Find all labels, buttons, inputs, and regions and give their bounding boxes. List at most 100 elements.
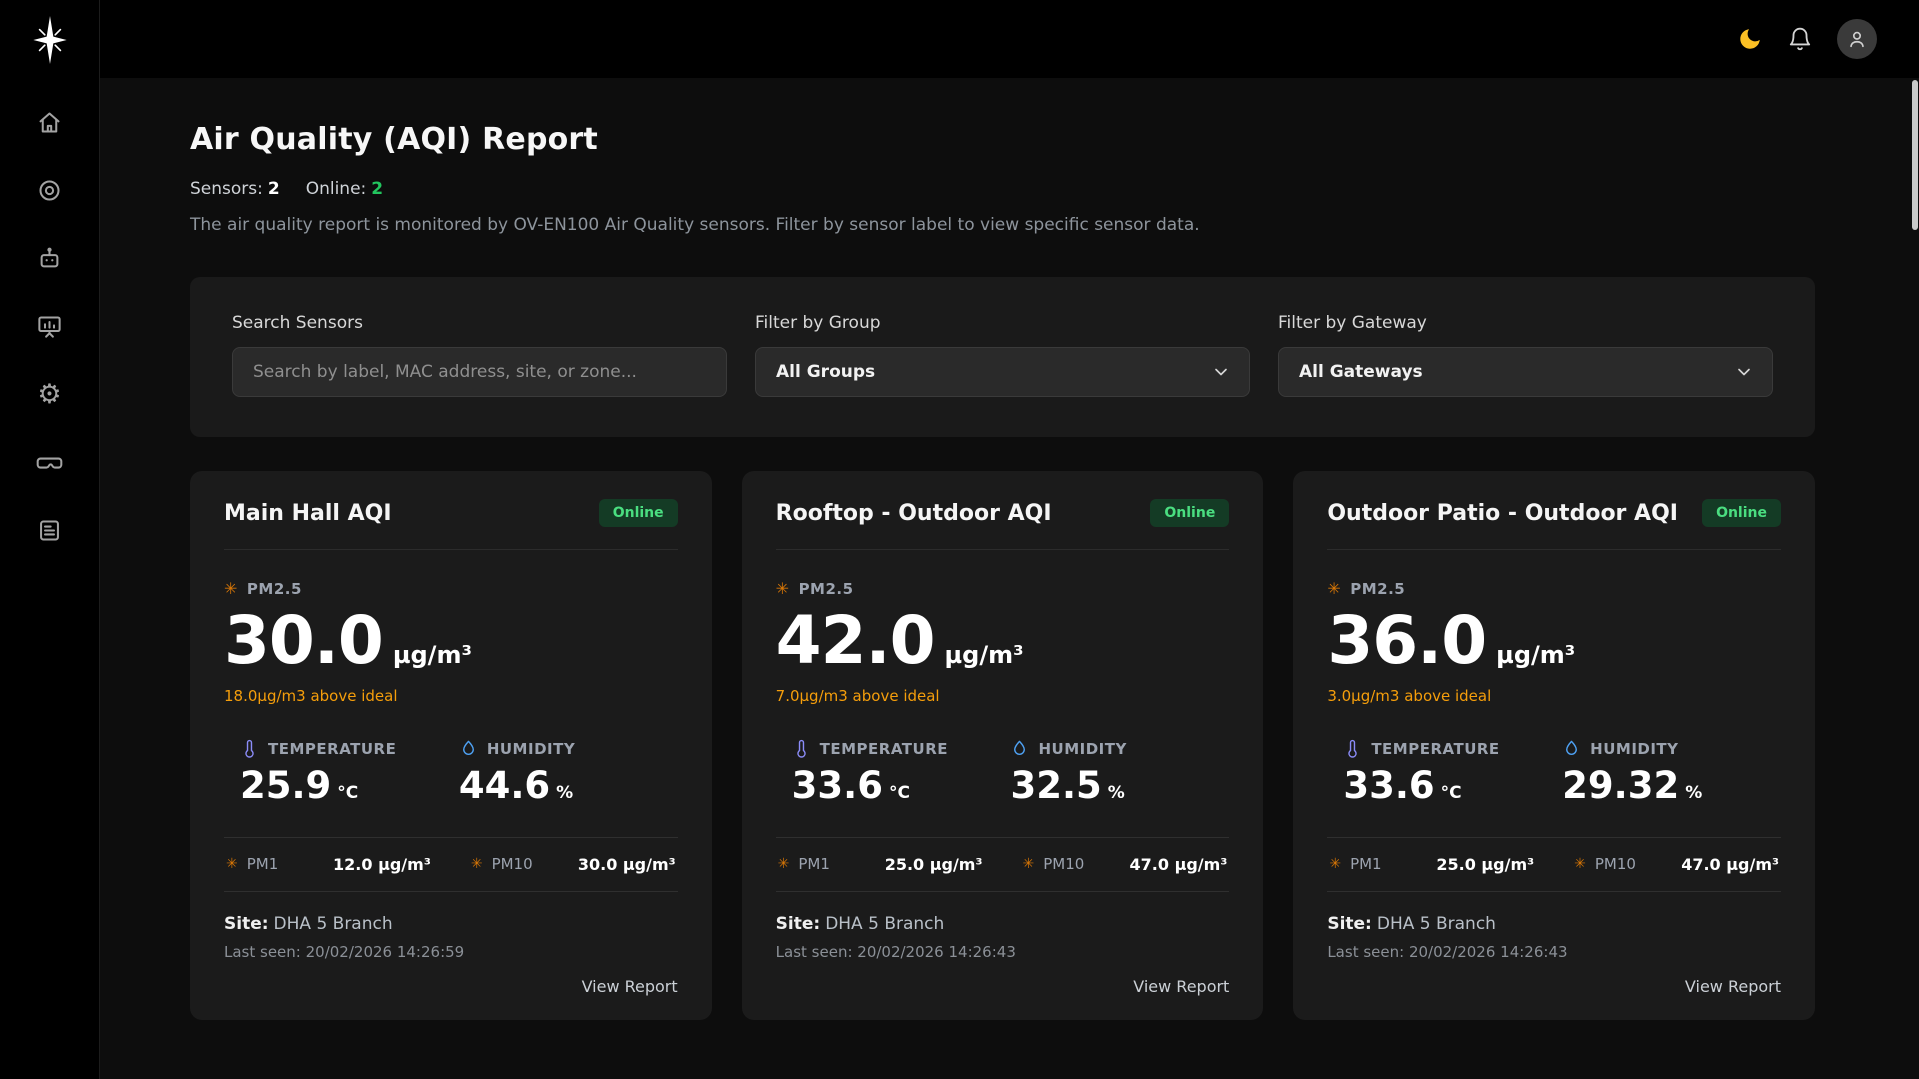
search-input[interactable]: [232, 347, 727, 397]
env-readings: TEMPERATURE 33.6 °C: [776, 739, 1230, 807]
sensor-card: Rooftop - Outdoor AQI Online ✳ PM2.5 42.…: [742, 471, 1264, 1020]
pm1-label: PM1: [798, 855, 830, 873]
site-label: Site:: [224, 914, 269, 934]
pm-particle-icon: ✳: [1327, 581, 1341, 597]
humidity-value: 32.5: [1010, 766, 1101, 807]
sidebar-item-target[interactable]: [36, 176, 64, 204]
pm25-value: 36.0: [1327, 608, 1486, 674]
pm25-section: ✳ PM2.5 30.0 µg/m³ 18.0µg/m3 above ideal: [224, 580, 678, 705]
sidebar-item-home[interactable]: [36, 108, 64, 136]
sensor-cards: Main Hall AQI Online ✳ PM2.5 30.0 µg/m³ …: [190, 471, 1815, 1020]
temperature-block: TEMPERATURE 33.6 °C: [1343, 739, 1562, 807]
pm10-cell: ✳PM10 47.0 µg/m³: [1574, 855, 1779, 874]
pm25-value-row: 42.0 µg/m³: [776, 608, 1230, 674]
last-seen: Last seen: 20/02/2026 14:26:43: [1327, 943, 1781, 961]
view-report-link[interactable]: View Report: [1685, 977, 1781, 996]
sensors-label: Sensors:: [190, 179, 263, 199]
main-column: Air Quality (AQI) Report Sensors:2 Onlin…: [100, 0, 1919, 1079]
temperature-block: TEMPERATURE 33.6 °C: [792, 739, 1011, 807]
site-value: DHA 5 Branch: [274, 914, 393, 934]
sidebar-item-reports[interactable]: [36, 516, 64, 544]
view-report-link[interactable]: View Report: [1133, 977, 1229, 996]
thermometer-icon: [1343, 739, 1362, 758]
online-label: Online:: [306, 179, 367, 199]
temperature-label: TEMPERATURE: [268, 740, 396, 758]
filter-panel: Search Sensors Filter by Group All Group…: [190, 277, 1815, 437]
env-readings: TEMPERATURE 25.9 °C: [224, 739, 678, 807]
droplet-icon: [459, 739, 478, 758]
online-stat: Online:2: [306, 179, 383, 199]
chevron-down-icon: [1211, 362, 1231, 382]
app-root: ⚙: [0, 0, 1919, 1079]
pm-particle-icon: ✳: [778, 857, 790, 871]
scrollbar[interactable]: [1912, 80, 1918, 230]
pm1-value: 12.0 µg/m³: [333, 855, 431, 874]
temperature-label: TEMPERATURE: [1371, 740, 1499, 758]
temperature-value: 33.6: [1343, 766, 1434, 807]
bell-icon: [1787, 26, 1813, 52]
humidity-label: HUMIDITY: [1038, 740, 1126, 758]
chevron-down-icon: [1734, 362, 1754, 382]
pm10-value: 47.0 µg/m³: [1130, 855, 1228, 874]
temperature-value: 33.6: [792, 766, 883, 807]
search-label: Search Sensors: [232, 313, 727, 333]
last-seen: Last seen: 20/02/2026 14:26:43: [776, 943, 1230, 961]
pm25-label-row: ✳ PM2.5: [224, 580, 678, 598]
last-seen: Last seen: 20/02/2026 14:26:59: [224, 943, 678, 961]
pm25-unit: µg/m³: [393, 641, 472, 669]
site-label: Site:: [1327, 914, 1372, 934]
group-filter-select[interactable]: All Groups: [755, 347, 1250, 397]
humidity-value: 44.6: [459, 766, 550, 807]
group-filter-label: Filter by Group: [755, 313, 1250, 333]
ideal-note: 18.0µg/m3 above ideal: [224, 687, 678, 705]
site-label: Site:: [776, 914, 821, 934]
gear-icon: ⚙: [37, 381, 61, 408]
sensor-card: Outdoor Patio - Outdoor AQI Online ✳ PM2…: [1293, 471, 1815, 1020]
pm1-value: 25.0 µg/m³: [885, 855, 983, 874]
pm25-value-row: 30.0 µg/m³: [224, 608, 678, 674]
humidity-label: HUMIDITY: [1590, 740, 1678, 758]
logo-sparkle-icon[interactable]: [24, 14, 76, 66]
sensor-card-title: Outdoor Patio - Outdoor AQI: [1327, 501, 1678, 526]
sidebar-item-robot-devices[interactable]: [36, 244, 64, 272]
pm25-label: PM2.5: [247, 580, 302, 598]
gateway-filter-value: All Gateways: [1299, 362, 1423, 382]
pm10-label: PM10: [1043, 855, 1084, 873]
status-badge: Online: [1702, 499, 1781, 527]
sensors-count: 2: [268, 179, 280, 199]
user-icon: [1846, 28, 1868, 50]
humidity-block: HUMIDITY 29.32 %: [1562, 739, 1781, 807]
main-content: Air Quality (AQI) Report Sensors:2 Onlin…: [100, 78, 1919, 1079]
notifications-button[interactable]: [1787, 26, 1813, 52]
search-field: Search Sensors: [232, 313, 727, 397]
sidebar-item-presentation-chart[interactable]: [36, 312, 64, 340]
card-header: Rooftop - Outdoor AQI Online: [776, 499, 1230, 550]
pm10-cell: ✳PM10 47.0 µg/m³: [1022, 855, 1227, 874]
pm25-value-row: 36.0 µg/m³: [1327, 608, 1781, 674]
user-avatar[interactable]: [1837, 19, 1877, 59]
pm-particle-icon: ✳: [226, 857, 238, 871]
pm-particle-icon: ✳: [224, 581, 238, 597]
gateway-filter-select[interactable]: All Gateways: [1278, 347, 1773, 397]
view-report-link[interactable]: View Report: [582, 977, 678, 996]
pm1-cell: ✳PM1 12.0 µg/m³: [226, 855, 431, 874]
site-value: DHA 5 Branch: [825, 914, 944, 934]
pm1-cell: ✳ PM1 25.0 µg/m³: [778, 855, 983, 874]
page-description: The air quality report is monitored by O…: [190, 215, 1815, 235]
ideal-note: 3.0µg/m3 above ideal: [1327, 687, 1781, 705]
theme-toggle-button[interactable]: [1737, 26, 1763, 52]
sidebar-item-settings[interactable]: ⚙: [36, 380, 64, 408]
pm1-label: PM1: [1350, 855, 1382, 873]
sidebar-item-vr-goggles[interactable]: [36, 448, 64, 476]
group-filter-field: Filter by Group All Groups: [755, 313, 1250, 397]
pm25-unit: µg/m³: [945, 641, 1024, 669]
status-badge: Online: [1150, 499, 1229, 527]
sensor-card: Main Hall AQI Online ✳ PM2.5 30.0 µg/m³ …: [190, 471, 712, 1020]
humidity-unit: %: [556, 783, 573, 803]
gateway-filter-label: Filter by Gateway: [1278, 313, 1773, 333]
pm-particle-icon: ✳: [1329, 857, 1341, 871]
card-footer: Site:DHA 5 Branch Last seen: 20/02/2026 …: [1327, 914, 1781, 996]
moon-icon: [1737, 26, 1763, 52]
temperature-unit: °C: [889, 783, 910, 803]
site-value: DHA 5 Branch: [1377, 914, 1496, 934]
